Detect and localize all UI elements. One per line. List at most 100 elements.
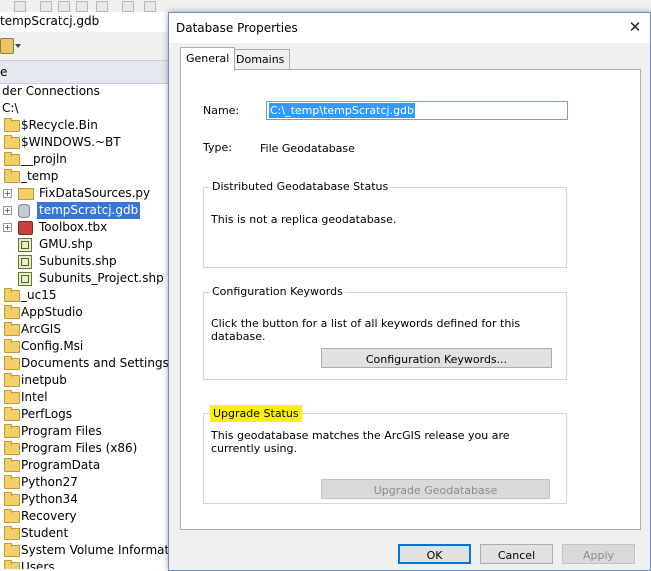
dialog-title: Database Properties — [176, 21, 298, 35]
tree-item-label: $WINDOWS.~BT — [21, 135, 121, 149]
tree-item[interactable]: _temp — [0, 168, 172, 185]
folder-icon — [4, 543, 20, 557]
name-field[interactable]: C:\_temp\tempScratcj.gdb — [266, 101, 568, 120]
chevron-down-icon[interactable] — [15, 44, 21, 48]
tree-item[interactable]: der Connections — [0, 83, 172, 100]
ok-button[interactable]: OK — [398, 544, 471, 564]
tree-item[interactable]: Config.Msi — [0, 338, 172, 355]
tree-item[interactable]: inetpub — [0, 372, 172, 389]
database-properties-dialog: Database Properties ✕ General Domains Na… — [168, 12, 651, 571]
folder-icon — [4, 339, 20, 353]
tree-item-label: Subunits.shp — [39, 254, 117, 268]
tree-item[interactable]: Users — [0, 559, 172, 569]
tree-item-label: Intel — [21, 390, 48, 404]
tree-item-label: AppStudio — [21, 305, 83, 319]
tree-item[interactable]: Subunits_Project.shp — [0, 270, 172, 287]
toolbar-button[interactable] — [14, 1, 26, 12]
tree-item-label: Documents and Settings — [21, 356, 169, 370]
toolbar-button[interactable] — [40, 1, 52, 12]
upgrade-status-caption: Upgrade Status — [210, 405, 302, 422]
tree-item[interactable]: ArcGIS — [0, 321, 172, 338]
expand-icon[interactable]: + — [3, 223, 12, 232]
folder-icon — [4, 407, 20, 421]
toolbar-button[interactable] — [58, 1, 70, 12]
details-view-button[interactable] — [144, 1, 156, 12]
tbx-icon — [18, 221, 33, 235]
expand-icon[interactable]: + — [3, 189, 12, 198]
tree-item-label: inetpub — [21, 373, 67, 387]
location-bar[interactable]: tempScratcj.gdb — [0, 12, 172, 33]
tree-item-label: ArcGIS — [21, 322, 61, 336]
tree-item-label: Subunits_Project.shp — [39, 271, 164, 285]
tree-item-label: Toolbox.tbx — [39, 220, 108, 234]
tree-item[interactable]: C:\ — [0, 100, 172, 117]
apply-button[interactable]: Apply — [562, 544, 635, 564]
tree-item[interactable]: Student — [0, 525, 172, 542]
tree-item[interactable]: Recovery — [0, 508, 172, 525]
shp-icon — [18, 255, 32, 269]
py-icon — [18, 188, 34, 200]
connect-folder-icon[interactable] — [0, 38, 14, 54]
expand-icon[interactable]: + — [3, 206, 12, 215]
type-value: File Geodatabase — [260, 142, 355, 155]
tree-item-label: Recovery — [21, 509, 77, 523]
cancel-button[interactable]: Cancel — [480, 544, 553, 564]
tree-item[interactable]: Subunits.shp — [0, 253, 172, 270]
folder-icon — [4, 169, 20, 183]
catalog-tree-header: e — [0, 60, 172, 84]
name-label: Name: — [203, 104, 240, 117]
tree-item[interactable]: Documents and Settings — [0, 355, 172, 372]
name-field-value: C:\_temp\tempScratcj.gdb — [269, 103, 416, 118]
distributed-status-text: This is not a replica geodatabase. — [211, 213, 397, 226]
upgrade-status-group: Upgrade Status This geodatabase matches … — [203, 405, 567, 504]
configuration-keywords-button[interactable]: Configuration Keywords... — [321, 348, 552, 368]
tree-item[interactable]: PerfLogs — [0, 406, 172, 423]
tree-item[interactable]: Python34 — [0, 491, 172, 508]
tree-item[interactable]: ProgramData — [0, 457, 172, 474]
folder-icon — [4, 118, 20, 132]
folder-icon — [4, 424, 20, 438]
tree-item[interactable]: + tempScratcj.gdb — [0, 202, 172, 219]
tree-item[interactable]: Python27 — [0, 474, 172, 491]
tree-item[interactable]: + Toolbox.tbx — [0, 219, 172, 236]
tab-general[interactable]: General — [180, 47, 236, 71]
tree-item-label: PerfLogs — [21, 407, 73, 421]
tree-item-label: ProgramData — [21, 458, 101, 472]
tree-item[interactable]: Program Files — [0, 423, 172, 440]
tree-item-label: C:\ — [2, 101, 19, 115]
tree-item-label: System Volume Information — [21, 543, 172, 557]
tree-item[interactable]: __projln — [0, 151, 172, 168]
catalog-tree-toolbar — [0, 32, 172, 60]
close-icon[interactable]: ✕ — [628, 20, 642, 35]
toolbar-button[interactable] — [96, 1, 108, 12]
upgrade-geodatabase-button[interactable]: Upgrade Geodatabase — [321, 479, 550, 499]
folder-icon — [4, 152, 20, 166]
tree-item-label: Program Files (x86) — [21, 441, 138, 455]
tree-item[interactable]: GMU.shp — [0, 236, 172, 253]
toolbar-button[interactable] — [76, 1, 88, 12]
tree-item-label: _uc15 — [21, 288, 57, 302]
general-tab-panel: Name: C:\_temp\tempScratcj.gdb Type: Fil… — [180, 69, 641, 530]
tab-domains[interactable]: Domains — [230, 49, 291, 70]
folder-icon — [4, 390, 20, 404]
tree-item[interactable]: AppStudio — [0, 304, 172, 321]
tree-item[interactable]: $Recycle.Bin — [0, 117, 172, 134]
tree-item[interactable]: $WINDOWS.~BT — [0, 134, 172, 151]
tree-item-label: Student — [21, 526, 69, 540]
tree-item-label: der Connections — [2, 84, 100, 98]
tree-item[interactable]: + FixDataSources.py — [0, 185, 172, 202]
tree-item[interactable]: Program Files (x86) — [0, 440, 172, 457]
catalog-tree-header-label: e — [0, 65, 8, 79]
shp-icon — [18, 272, 32, 286]
toolbar-button[interactable] — [122, 1, 134, 12]
tree-item-label: Python34 — [21, 492, 78, 506]
dialog-titlebar[interactable]: Database Properties ✕ — [169, 13, 650, 43]
tree-item[interactable]: _uc15 — [0, 287, 172, 304]
folder-icon — [4, 322, 20, 336]
tree-item[interactable]: System Volume Information — [0, 542, 172, 559]
tree-item[interactable]: Intel — [0, 389, 172, 406]
gdb-icon — [18, 204, 30, 218]
tree-item-label: $Recycle.Bin — [21, 118, 98, 132]
tree-item-label: FixDataSources.py — [39, 186, 151, 200]
tree-item-label: Program Files — [21, 424, 102, 438]
